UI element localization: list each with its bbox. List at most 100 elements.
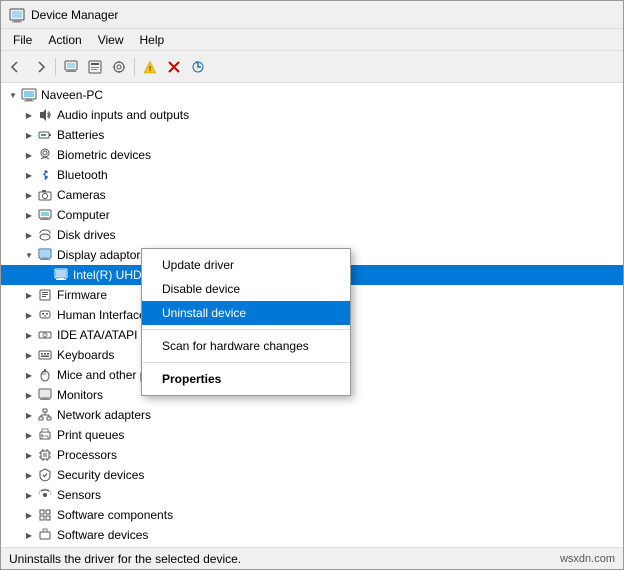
mice-icon (37, 367, 53, 383)
tree-item-sound[interactable]: Sound, video and game controllers (1, 545, 623, 547)
network-expand[interactable] (21, 407, 37, 423)
audio-icon (37, 107, 53, 123)
security-label: Security devices (57, 468, 144, 482)
tree-item-batteries[interactable]: Batteries (1, 125, 623, 145)
bluetooth-icon (37, 167, 53, 183)
menu-view[interactable]: View (90, 31, 132, 49)
root-label: Naveen-PC (41, 88, 103, 102)
tree-item-biometric[interactable]: Biometric devices (1, 145, 623, 165)
bluetooth-expand[interactable] (21, 167, 37, 183)
sw-comp-expand[interactable] (21, 507, 37, 523)
svg-text:!: ! (149, 66, 151, 73)
security-icon (37, 467, 53, 483)
sensors-label: Sensors (57, 488, 101, 502)
display-expand[interactable] (21, 247, 37, 263)
mice-expand[interactable] (21, 367, 37, 383)
tree-item-print[interactable]: Print queues (1, 425, 623, 445)
firmware-label: Firmware (57, 288, 107, 302)
processors-label: Processors (57, 448, 117, 462)
biometric-expand[interactable] (21, 147, 37, 163)
forward-button[interactable] (29, 56, 51, 78)
tree-item-cameras[interactable]: Cameras (1, 185, 623, 205)
monitors-icon (37, 387, 53, 403)
biometric-icon (37, 147, 53, 163)
batteries-expand[interactable] (21, 127, 37, 143)
tree-item-audio[interactable]: Audio inputs and outputs (1, 105, 623, 125)
keyboards-expand[interactable] (21, 347, 37, 363)
status-bar: Uninstalls the driver for the selected d… (1, 547, 623, 569)
properties-button[interactable] (84, 56, 106, 78)
computer-button[interactable] (60, 56, 82, 78)
sw-components-icon (37, 507, 53, 523)
ctx-properties[interactable]: Properties (142, 367, 350, 391)
biometric-label: Biometric devices (57, 148, 151, 162)
monitors-expand[interactable] (21, 387, 37, 403)
processors-expand[interactable] (21, 447, 37, 463)
computer-expand[interactable] (21, 207, 37, 223)
firmware-expand[interactable] (21, 287, 37, 303)
back-button[interactable] (5, 56, 27, 78)
sensors-icon (37, 487, 53, 503)
hid-icon (37, 307, 53, 323)
cameras-icon (37, 187, 53, 203)
sw-devices-icon (37, 527, 53, 543)
content-area: Naveen-PC Audio inputs and outputs (1, 83, 623, 547)
tree-item-security[interactable]: Security devices (1, 465, 623, 485)
root-expand-arrow[interactable] (5, 87, 21, 103)
cameras-expand[interactable] (21, 187, 37, 203)
print-icon (37, 427, 53, 443)
hid-expand[interactable] (21, 307, 37, 323)
audio-label: Audio inputs and outputs (57, 108, 189, 122)
cameras-label: Cameras (57, 188, 106, 202)
tree-item-disk[interactable]: Disk drives (1, 225, 623, 245)
keyboards-label: Keyboards (57, 348, 114, 362)
ctx-sep-1 (142, 329, 350, 330)
network-label: Network adapters (57, 408, 151, 422)
menu-bar: File Action View Help (1, 29, 623, 51)
computer-label: Computer (57, 208, 110, 222)
disk-label: Disk drives (57, 228, 116, 242)
sw-dev-expand[interactable] (21, 527, 37, 543)
window-icon (9, 7, 25, 23)
audio-expand[interactable] (21, 107, 37, 123)
menu-help[interactable]: Help (132, 31, 173, 49)
sensors-expand[interactable] (21, 487, 37, 503)
print-label: Print queues (57, 428, 124, 442)
tree-item-computer[interactable]: Computer (1, 205, 623, 225)
warning-button[interactable]: ! (139, 56, 161, 78)
menu-action[interactable]: Action (40, 31, 89, 49)
scan-button[interactable] (108, 56, 130, 78)
ctx-disable-device[interactable]: Disable device (142, 277, 350, 301)
monitors-label: Monitors (57, 388, 103, 402)
tree-item-bluetooth[interactable]: Bluetooth (1, 165, 623, 185)
sw-devices-label: Software devices (57, 528, 148, 542)
tree-item-sensors[interactable]: Sensors (1, 485, 623, 505)
ide-icon (37, 327, 53, 343)
batteries-label: Batteries (57, 128, 104, 142)
tree-item-network[interactable]: Network adapters (1, 405, 623, 425)
sw-components-label: Software components (57, 508, 173, 522)
print-expand[interactable] (21, 427, 37, 443)
remove-button[interactable] (163, 56, 185, 78)
context-menu: Update driver Disable device Uninstall d… (141, 248, 351, 396)
batteries-icon (37, 127, 53, 143)
display-icon (37, 247, 53, 263)
processors-icon (37, 447, 53, 463)
security-expand[interactable] (21, 467, 37, 483)
tree-item-processors[interactable]: Processors (1, 445, 623, 465)
ctx-scan-hardware[interactable]: Scan for hardware changes (142, 334, 350, 358)
tree-item-sw-devices[interactable]: Software devices (1, 525, 623, 545)
menu-file[interactable]: File (5, 31, 40, 49)
ctx-update-driver[interactable]: Update driver (142, 253, 350, 277)
window-title: Device Manager (31, 8, 118, 22)
ctx-uninstall-device[interactable]: Uninstall device (142, 301, 350, 325)
tree-root[interactable]: Naveen-PC (1, 85, 623, 105)
disk-expand[interactable] (21, 227, 37, 243)
update-button[interactable] (187, 56, 209, 78)
keyboards-icon (37, 347, 53, 363)
ide-expand[interactable] (21, 327, 37, 343)
bluetooth-label: Bluetooth (57, 168, 108, 182)
tree-item-sw-components[interactable]: Software components (1, 505, 623, 525)
toolbar-sep-2 (134, 58, 135, 76)
title-bar: Device Manager (1, 1, 623, 29)
